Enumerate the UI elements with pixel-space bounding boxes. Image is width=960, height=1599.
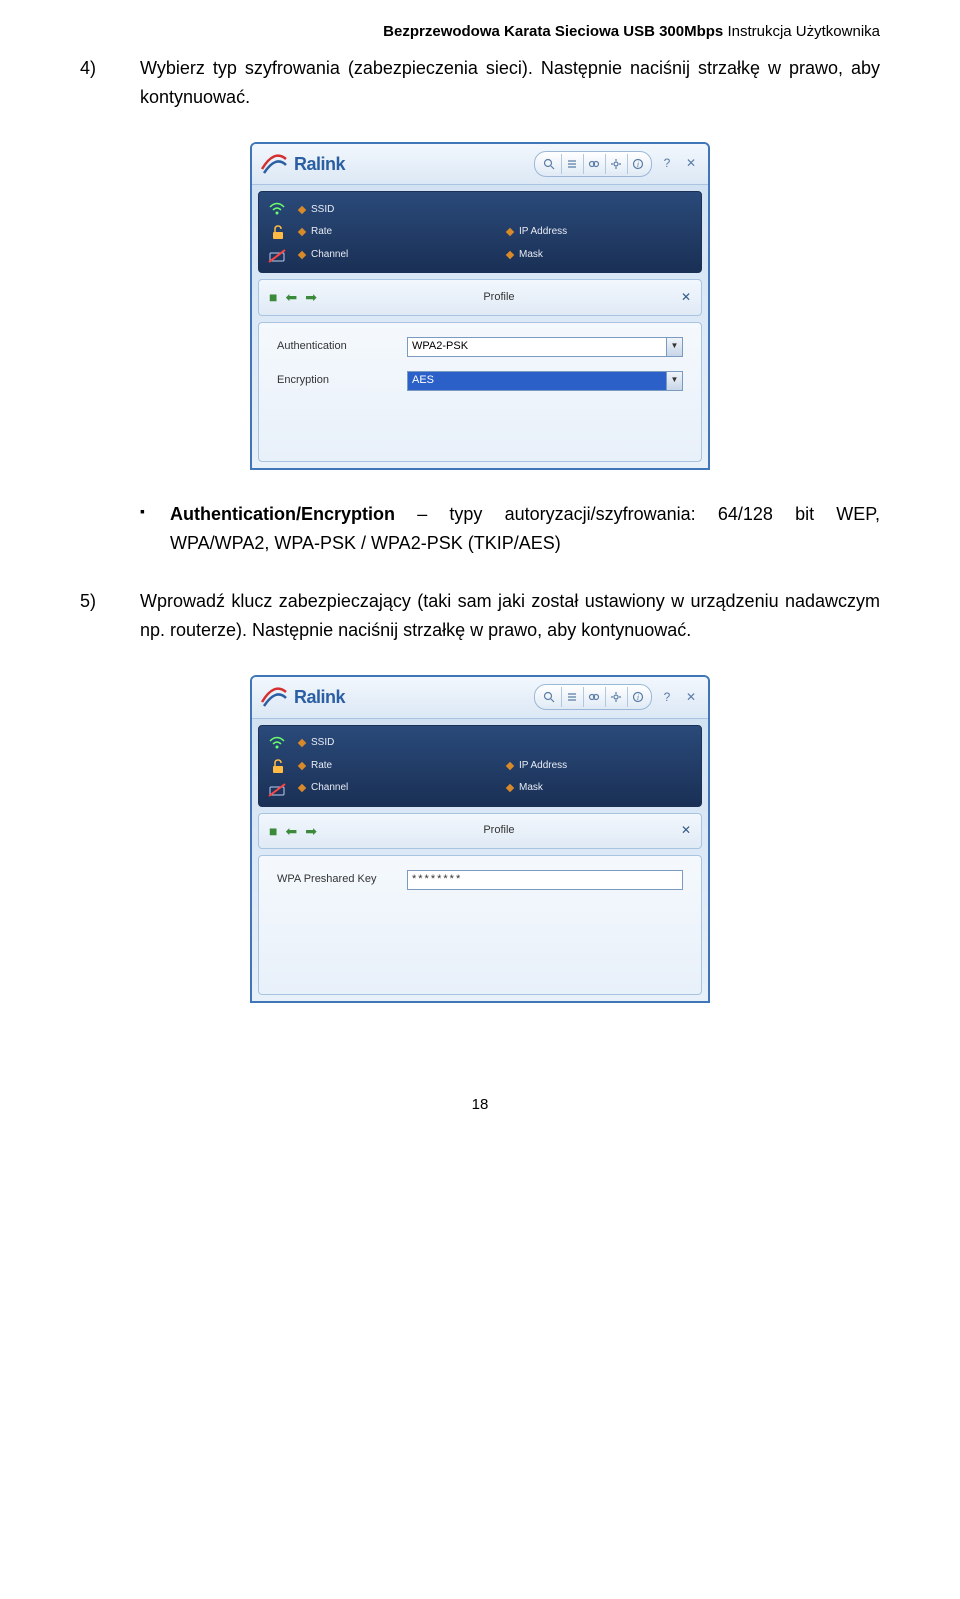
status-panel: SSID Rate IP Address Channel Mask xyxy=(258,725,702,807)
toolbar-pill: i xyxy=(534,151,652,177)
psk-input[interactable]: ******** xyxy=(407,870,683,890)
close-icon[interactable]: ✕ xyxy=(682,155,700,173)
panel-close-icon[interactable]: ✕ xyxy=(681,288,691,307)
auth-select[interactable]: WPA2-PSK ▼ xyxy=(407,337,683,357)
app-titlebar: Ralink i ? ✕ xyxy=(252,677,708,719)
help-icon[interactable]: ? xyxy=(658,155,676,173)
status-ip: IP Address xyxy=(507,756,695,775)
info-icon[interactable]: i xyxy=(627,154,647,174)
page-number: 18 xyxy=(0,1093,960,1117)
page-content: 4) Wybierz typ szyfrowania (zabezpieczen… xyxy=(0,54,960,1063)
app-logo: Ralink xyxy=(260,150,345,179)
status-rate: Rate xyxy=(299,756,487,775)
panel-close-icon[interactable]: ✕ xyxy=(681,821,691,840)
step-number-4: 4) xyxy=(80,54,140,112)
help-icon[interactable]: ? xyxy=(658,688,676,706)
status-grid: SSID Rate IP Address Channel Mask xyxy=(299,198,695,266)
unlock-icon xyxy=(265,756,289,776)
titlebar-icons: i ? ✕ xyxy=(534,151,700,177)
link-icon[interactable] xyxy=(583,687,603,707)
svg-text:i: i xyxy=(636,693,638,702)
link-icon[interactable] xyxy=(583,154,603,174)
profile-nav-arrows: ■ ⬅ ➡ xyxy=(269,820,317,842)
header-light: Instrukcja Użytkownika xyxy=(723,23,880,40)
status-ssid: SSID xyxy=(299,734,487,753)
psk-row: WPA Preshared Key ******** xyxy=(277,870,683,890)
ralink-app-screenshot-2: Ralink i ? ✕ SSID xyxy=(250,675,710,1003)
app-titlebar: Ralink i ? ✕ xyxy=(252,144,708,186)
logo-icon xyxy=(260,684,288,710)
document-header: Bezprzewodowa Karata Sieciowa USB 300Mbp… xyxy=(0,0,960,54)
enc-row: Encryption AES ▼ xyxy=(277,371,683,391)
search-icon[interactable] xyxy=(539,154,559,174)
status-channel: Channel xyxy=(299,779,487,798)
search-icon[interactable] xyxy=(539,687,559,707)
bullet-marker: ▪ xyxy=(140,500,170,558)
status-ip: IP Address xyxy=(507,223,695,242)
status-mask: Mask xyxy=(507,779,695,798)
bullet-block: ▪ Authentication/Encryption – typy autor… xyxy=(140,500,880,558)
step-number-5: 5) xyxy=(80,587,140,645)
app-logo: Ralink xyxy=(260,683,345,712)
arrow-left-icon[interactable]: ⬅ xyxy=(285,820,297,842)
profile-nav-panel: ■ ⬅ ➡ Profile ✕ xyxy=(258,279,702,315)
gear-icon[interactable] xyxy=(605,687,625,707)
step-text-4: Wybierz typ szyfrowania (zabezpieczenia … xyxy=(140,54,880,112)
arrow-left-icon[interactable]: ⬅ xyxy=(285,286,297,308)
titlebar-icons: i ? ✕ xyxy=(534,684,700,710)
enc-select[interactable]: AES ▼ xyxy=(407,371,683,391)
logo-text: Ralink xyxy=(294,150,345,179)
chevron-down-icon[interactable]: ▼ xyxy=(666,338,682,356)
status-mask: Mask xyxy=(507,246,695,265)
status-ssid: SSID xyxy=(299,200,487,219)
auth-form-panel: Authentication WPA2-PSK ▼ Encryption AES… xyxy=(258,322,702,462)
gear-icon[interactable] xyxy=(605,154,625,174)
profile-nav-panel: ■ ⬅ ➡ Profile ✕ xyxy=(258,813,702,849)
arrow-right-icon[interactable]: ➡ xyxy=(305,820,317,842)
chevron-down-icon[interactable]: ▼ xyxy=(666,372,682,390)
step-4: 4) Wybierz typ szyfrowania (zabezpieczen… xyxy=(80,54,880,112)
signal-icon xyxy=(265,198,289,218)
auth-row: Authentication WPA2-PSK ▼ xyxy=(277,337,683,357)
stop-icon[interactable]: ■ xyxy=(269,286,277,308)
status-icon-column xyxy=(265,732,291,800)
status-icon-column xyxy=(265,198,291,266)
signal-icon xyxy=(265,732,289,752)
enc-label: Encryption xyxy=(277,372,407,390)
list-icon[interactable] xyxy=(561,687,581,707)
unlock-icon xyxy=(265,222,289,242)
profile-label: Profile xyxy=(317,289,681,307)
logo-icon xyxy=(260,151,288,177)
auth-label: Authentication xyxy=(277,338,407,356)
close-icon[interactable]: ✕ xyxy=(682,688,700,706)
no-adapter-icon xyxy=(265,780,289,800)
ralink-app-screenshot-1: Ralink i ? ✕ SSID xyxy=(250,142,710,470)
logo-text: Ralink xyxy=(294,683,345,712)
arrow-right-icon[interactable]: ➡ xyxy=(305,286,317,308)
status-rate: Rate xyxy=(299,223,487,242)
svg-text:i: i xyxy=(636,160,638,169)
auth-enc-bullet: ▪ Authentication/Encryption – typy autor… xyxy=(140,500,880,558)
step-5: 5) Wprowadź klucz zabezpieczający (taki … xyxy=(80,587,880,645)
bullet-text: Authentication/Encryption – typy autoryz… xyxy=(170,500,880,558)
no-adapter-icon xyxy=(265,246,289,266)
status-grid: SSID Rate IP Address Channel Mask xyxy=(299,732,695,800)
toolbar-pill: i xyxy=(534,684,652,710)
step-text-5: Wprowadź klucz zabezpieczający (taki sam… xyxy=(140,587,880,645)
list-icon[interactable] xyxy=(561,154,581,174)
profile-nav-arrows: ■ ⬅ ➡ xyxy=(269,286,317,308)
info-icon[interactable]: i xyxy=(627,687,647,707)
header-bold: Bezprzewodowa Karata Sieciowa USB 300Mbp… xyxy=(383,23,723,40)
status-panel: SSID Rate IP Address Channel Mask xyxy=(258,191,702,273)
key-form-panel: WPA Preshared Key ******** xyxy=(258,855,702,995)
psk-label: WPA Preshared Key xyxy=(277,871,407,889)
status-channel: Channel xyxy=(299,246,487,265)
stop-icon[interactable]: ■ xyxy=(269,820,277,842)
profile-label: Profile xyxy=(317,822,681,840)
